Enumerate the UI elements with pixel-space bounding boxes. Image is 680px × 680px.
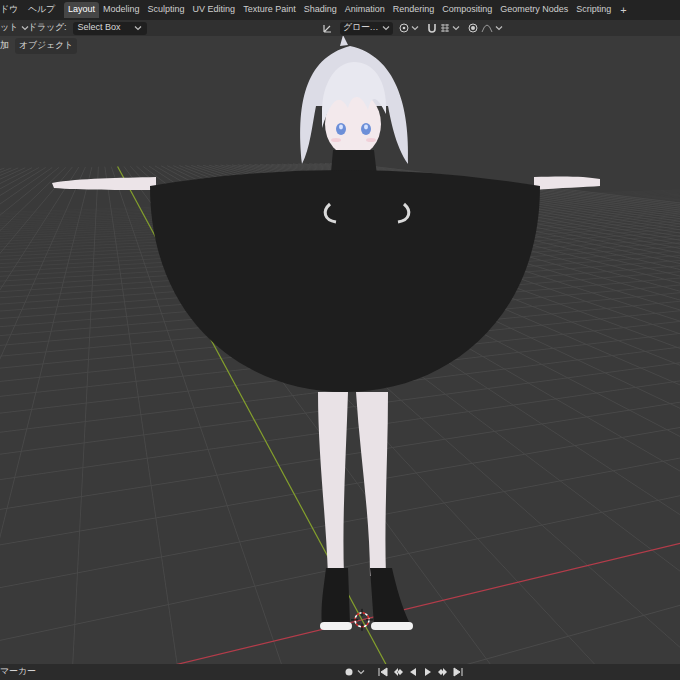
prev-keyframe-icon[interactable] — [392, 666, 404, 678]
blender-window: ドウヘルプLayoutModelingSculptingUV EditingTe… — [0, 0, 680, 680]
workspace-tab[interactable]: Modeling — [99, 2, 144, 18]
menu-item[interactable]: ヘルプ — [28, 3, 55, 17]
orientation-button[interactable] — [319, 21, 337, 35]
workspace-tab[interactable]: Shading — [300, 2, 341, 18]
workspace-tab[interactable]: Texture Paint — [239, 2, 300, 18]
chevron-down-icon — [452, 24, 460, 32]
pivot-icon — [398, 22, 410, 34]
marker-menu[interactable]: マーカー — [0, 665, 36, 679]
transform-controls: グロー… — [319, 21, 505, 35]
jump-end-icon[interactable] — [452, 666, 464, 678]
chevron-down-icon — [382, 24, 390, 32]
next-keyframe-icon[interactable] — [437, 666, 449, 678]
drag-dropdown[interactable]: Select Box — [73, 22, 147, 35]
chevron-down-icon — [357, 668, 365, 676]
main-menu: ドウヘルプ — [0, 3, 64, 17]
add-workspace-button[interactable]: + — [615, 2, 631, 19]
snap-dropdown[interactable] — [424, 22, 462, 34]
orientation-icon — [322, 22, 334, 34]
jump-start-icon[interactable] — [377, 666, 389, 678]
workspace-tab[interactable]: Geometry Nodes — [496, 2, 572, 18]
proportional-edit-icon — [467, 22, 479, 34]
falloff-icon — [481, 22, 493, 34]
workspace-tab[interactable]: UV Editing — [189, 2, 240, 18]
keyframe-record-icon[interactable] — [344, 667, 354, 677]
workspace-tab[interactable]: Rendering — [389, 2, 439, 18]
y-axis-line — [118, 166, 680, 664]
workspace-tab[interactable]: Sculpting — [144, 2, 189, 18]
viewport-header: 加オブジェクト — [0, 38, 77, 54]
floor-grid — [0, 163, 680, 664]
pivot-dropdown[interactable] — [396, 22, 421, 34]
menu-item[interactable]: ドウ — [0, 3, 18, 17]
object-menu[interactable]: オブジェクト — [15, 38, 77, 54]
chevron-down-icon — [411, 24, 419, 32]
viewport-scene — [0, 36, 680, 664]
character-model[interactable] — [52, 36, 600, 630]
workspace-tabs: LayoutModelingSculptingUV EditingTexture… — [64, 0, 632, 20]
playback-controls — [344, 666, 464, 678]
play-icon[interactable] — [422, 666, 434, 678]
3d-cursor-icon[interactable] — [351, 609, 373, 631]
timeline-bar: マーカー — [0, 664, 680, 680]
workspace-tab[interactable]: Animation — [341, 2, 389, 18]
chevron-down-icon — [134, 24, 142, 32]
orientation-dropdown[interactable]: グロー… — [340, 22, 393, 35]
tool-header: ットドラッグ: Select Box グロー… — [0, 20, 680, 36]
workspace-tab[interactable]: Compositing — [438, 2, 496, 18]
drag-label: ドラッグ: — [28, 21, 67, 35]
play-reverse-icon[interactable] — [407, 666, 419, 678]
add-menu[interactable]: 加 — [0, 39, 9, 53]
chevron-down-icon — [495, 24, 503, 32]
workspace-tab[interactable]: Scripting — [572, 2, 615, 18]
3d-viewport[interactable]: 加オブジェクト — [0, 36, 680, 664]
proportional-edit-dropdown[interactable] — [465, 22, 505, 34]
workspace-tab[interactable]: Layout — [64, 2, 99, 18]
snap-magnet-icon — [426, 22, 438, 34]
top-bar: ドウヘルプLayoutModelingSculptingUV EditingTe… — [0, 0, 680, 20]
chevron-down-icon — [21, 24, 29, 32]
snap-grid-icon — [439, 22, 451, 34]
mode-dropdown[interactable]: ット — [0, 21, 26, 35]
